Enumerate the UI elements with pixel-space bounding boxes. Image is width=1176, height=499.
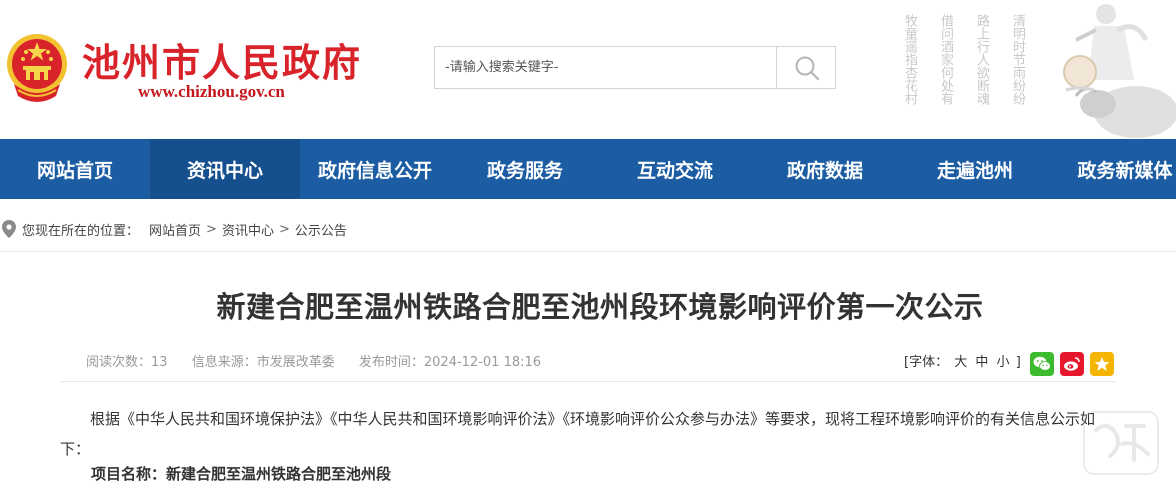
source-value: 市发展改革委 [256, 355, 335, 370]
views-info: 阅读次数：13 [86, 355, 168, 370]
date-value: 2024-12-01 18:16 [423, 355, 542, 370]
search-button[interactable] [776, 47, 837, 88]
article-title: 新建合肥至温州铁路合肥至池州段环境影响评价第一次公示 [216, 290, 984, 324]
weibo-icon [1064, 357, 1080, 371]
date-label: 发布时间： [358, 355, 424, 370]
favorite-button[interactable] [1090, 352, 1114, 376]
nav-item-new-media[interactable]: 政务新媒体 [1050, 139, 1176, 199]
breadcrumb-home-link[interactable]: 网站首页 [149, 220, 201, 239]
site-header: 池州市人民政府 www.chizhou.gov.cn 清明时节雨纷纷 路上行人欲… [0, 0, 1176, 139]
share-wechat-button[interactable] [1030, 352, 1054, 376]
search-box [434, 46, 836, 89]
source-label: 信息来源： [191, 355, 257, 370]
share-weibo-button[interactable] [1060, 352, 1084, 376]
site-url[interactable]: www.chizhou.gov.cn [138, 82, 285, 102]
breadcrumb-divider [0, 251, 1176, 252]
site-name[interactable]: 池州市人民政府 [82, 32, 362, 87]
wechat-icon [1033, 356, 1051, 371]
header-poem-illustration: 清明时节雨纷纷 路上行人欲断魂 借问酒家何处有 牧童遥指杏花村 [880, 0, 1176, 139]
nav-item-home[interactable]: 网站首页 [0, 139, 150, 199]
font-size-medium[interactable]: 中 [975, 355, 988, 370]
location-pin-icon [2, 220, 16, 238]
nav-item-gov-data[interactable]: 政府数据 [750, 139, 900, 199]
breadcrumb-separator: > [206, 221, 217, 237]
source-info: 信息来源：市发展改革委 [192, 355, 335, 370]
project-name-line: 项目名称：新建合肥至温州铁路合肥至池州段 [91, 463, 391, 484]
meta-divider [60, 381, 1116, 382]
views-label: 阅读次数： [86, 355, 152, 370]
main-nav: 网站首页 资讯中心 政府信息公开 政务服务 互动交流 政府数据 走遍池州 政务新… [0, 139, 1176, 199]
national-emblem-icon [7, 34, 67, 102]
font-size-large[interactable]: 大 [954, 355, 967, 370]
anhui-watermark-seal [1083, 411, 1159, 475]
poem-line-3: 借问酒家何处有 [938, 14, 953, 105]
poem-line-4: 牧童遥指杏花村 [902, 14, 917, 105]
nav-item-interaction[interactable]: 互动交流 [600, 139, 750, 199]
poem-line-2: 路上行人欲断魂 [974, 14, 989, 105]
favorite-star-icon [1094, 357, 1110, 371]
project-name-label: 项目名称： [91, 465, 167, 483]
nav-item-gov-services[interactable]: 政务服务 [450, 139, 600, 199]
font-size-label-open: [字体： [904, 355, 949, 370]
breadcrumb-separator: > [278, 221, 290, 237]
font-size-control: [字体： 大 中 小 ] [904, 351, 1021, 370]
breadcrumb-prefix: 您现在所在的位置： [22, 223, 140, 239]
article-paragraph: 根据《中华人民共和国环境保护法》《中华人民共和国环境影响评价法》《环境影响评价公… [60, 410, 1096, 458]
font-size-small[interactable]: 小 [997, 355, 1010, 370]
search-icon [795, 56, 820, 80]
breadcrumb-news-center-link[interactable]: 资讯中心 [222, 220, 274, 239]
article-meta: 阅读次数：13 信息来源：市发展改革委 发布时间：2024-12-01 18:1… [86, 351, 561, 370]
breadcrumb: 您现在所在的位置： 网站首页 > 资讯中心 > 公示公告 [0, 212, 1176, 246]
breadcrumb-announcements-link[interactable]: 公示公告 [295, 220, 347, 239]
nav-item-news-center[interactable]: 资讯中心 [150, 139, 300, 199]
nav-item-gov-info-disclosure[interactable]: 政府信息公开 [300, 139, 450, 199]
date-info: 发布时间：2024-12-01 18:16 [359, 355, 541, 370]
views-count: 13 [151, 355, 168, 370]
nav-item-explore-chizhou[interactable]: 走遍池州 [900, 139, 1050, 199]
project-name-value: 新建合肥至温州铁路合肥至池州段 [166, 465, 392, 483]
poem-line-1: 清明时节雨纷纷 [1010, 14, 1025, 105]
herdboy-ox-illustration [1063, 4, 1176, 138]
share-buttons [1030, 352, 1114, 376]
font-size-label-close: ] [1015, 355, 1021, 370]
search-input[interactable] [435, 47, 775, 88]
